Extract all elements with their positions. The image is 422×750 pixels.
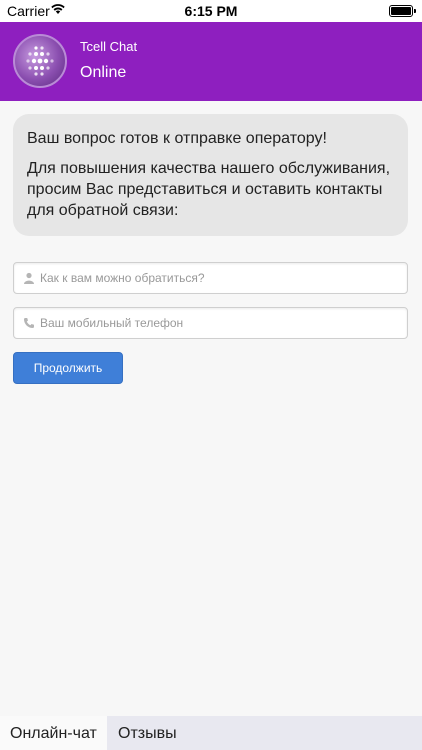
user-icon <box>24 272 34 284</box>
clock: 6:15 PM <box>184 3 238 19</box>
continue-button[interactable]: Продолжить <box>13 352 123 384</box>
phone-icon <box>24 318 34 328</box>
name-input[interactable] <box>40 263 400 293</box>
chat-title: Tcell Chat <box>80 39 138 54</box>
status-bar: Carrier 6:15 PM <box>0 0 422 22</box>
chat-screen: Carrier 6:15 PM Tcell Chat Online Ваш во… <box>0 0 422 750</box>
message-line-request: Для повышения качества нашего обслуживан… <box>27 160 391 219</box>
message-line-ready: Ваш вопрос готов к отправке оператору! <box>27 130 327 147</box>
online-status: Online <box>80 64 127 81</box>
operator-message-bubble: Ваш вопрос готов к отправке оператору! Д… <box>13 114 408 236</box>
bottom-tabbar: Онлайн-чат Отзывы <box>0 716 422 750</box>
tab-online-chat[interactable]: Онлайн-чат <box>0 716 107 750</box>
phone-input[interactable] <box>40 308 400 338</box>
name-field[interactable] <box>13 262 408 294</box>
logo-dots-icon <box>26 46 54 76</box>
battery-level <box>391 7 411 15</box>
battery-icon <box>389 5 416 17</box>
phone-field[interactable] <box>13 307 408 339</box>
tcell-logo <box>13 34 67 88</box>
chat-header: Tcell Chat Online <box>0 22 422 101</box>
tab-reviews[interactable]: Отзывы <box>108 716 187 750</box>
